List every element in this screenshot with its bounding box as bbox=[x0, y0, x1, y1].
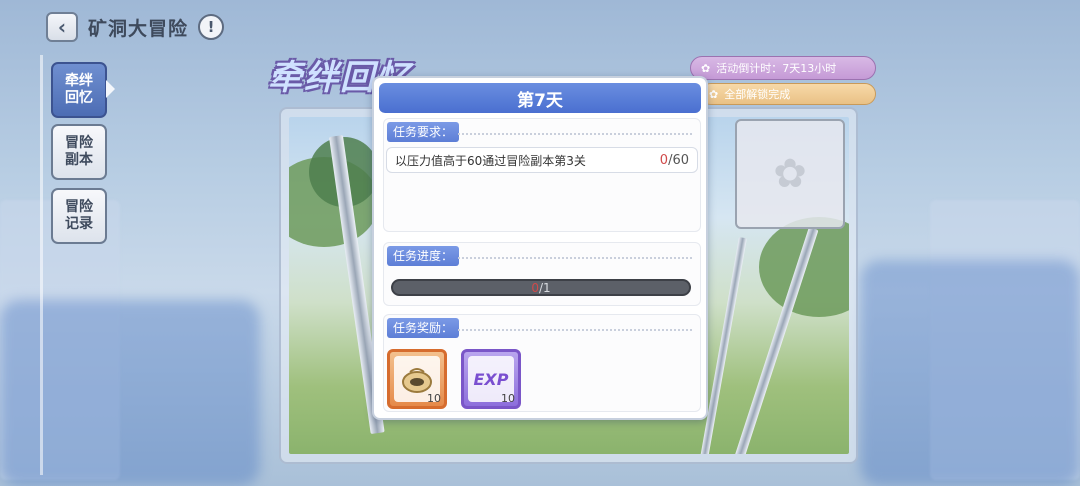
progress-section: 任务进度： 0/1 bbox=[383, 242, 701, 306]
sidebar-divider bbox=[40, 55, 43, 475]
chevron-left-icon: ‹ bbox=[57, 15, 67, 39]
progress-current: 0 bbox=[531, 280, 539, 295]
sidebar-item-adventure-dungeon[interactable]: 冒险 副本 bbox=[51, 124, 107, 180]
reward-item-exp[interactable]: EXP 10 bbox=[461, 349, 521, 409]
sidebar-item-memories[interactable]: 牵绊 回忆 bbox=[51, 62, 107, 118]
requirement-row: 以压力值高于60通过冒险副本第3关 0/60 bbox=[386, 147, 698, 173]
requirements-label: 任务要求： bbox=[387, 122, 460, 142]
divider bbox=[458, 133, 692, 135]
modal-title: 第7天 bbox=[517, 90, 563, 111]
sidebar-active-indicator bbox=[106, 80, 115, 98]
back-button[interactable]: ‹ bbox=[46, 12, 78, 42]
progress-label: 任务进度： bbox=[387, 246, 460, 266]
sidebar-item-adventure-record[interactable]: 冒险 记录 bbox=[51, 188, 107, 244]
requirement-text: 以压力值高于60通过冒险副本第3关 bbox=[395, 153, 586, 168]
status-text: 全部解锁完成 bbox=[724, 88, 791, 101]
requirement-target: /60 bbox=[668, 152, 689, 168]
task-modal: 第7天 任务要求： 以压力值高于60通过冒险副本第3关 0/60 任务进度： 0… bbox=[372, 76, 708, 420]
requirement-count: 0/60 bbox=[660, 153, 689, 168]
reward-item-pouch[interactable]: 10 bbox=[387, 349, 447, 409]
requirement-current: 0 bbox=[659, 152, 669, 168]
progress-bar: 0/1 bbox=[391, 279, 691, 296]
rewards-section: 任务奖励： 10 EXP 10 bbox=[383, 314, 701, 412]
unlock-status: ✿ 全部解锁完成 bbox=[700, 83, 876, 105]
memory-slot[interactable]: ✿ bbox=[735, 119, 845, 229]
reward-count: 10 bbox=[501, 392, 515, 405]
exclamation-icon: ! bbox=[207, 18, 215, 36]
flower-icon: ✿ bbox=[709, 87, 719, 101]
requirements-section: 任务要求： 以压力值高于60通过冒险副本第3关 0/60 bbox=[383, 118, 701, 232]
flower-icon: ✿ bbox=[701, 61, 711, 75]
exp-glyph: EXP bbox=[473, 369, 509, 389]
divider bbox=[458, 257, 692, 259]
rewards-label: 任务奖励： bbox=[387, 318, 460, 338]
page-title: 矿洞大冒险 bbox=[88, 18, 189, 40]
progress-target: /1 bbox=[538, 280, 551, 295]
info-button[interactable]: ! bbox=[198, 14, 224, 40]
reward-count: 10 bbox=[427, 392, 441, 405]
divider bbox=[458, 329, 692, 331]
flower-emblem-icon: ✿ bbox=[773, 151, 807, 197]
countdown-text: 活动倒计时：7天13小时 bbox=[716, 62, 837, 75]
event-countdown: ✿ 活动倒计时：7天13小时 bbox=[690, 56, 876, 80]
modal-header: 第7天 bbox=[379, 83, 701, 113]
